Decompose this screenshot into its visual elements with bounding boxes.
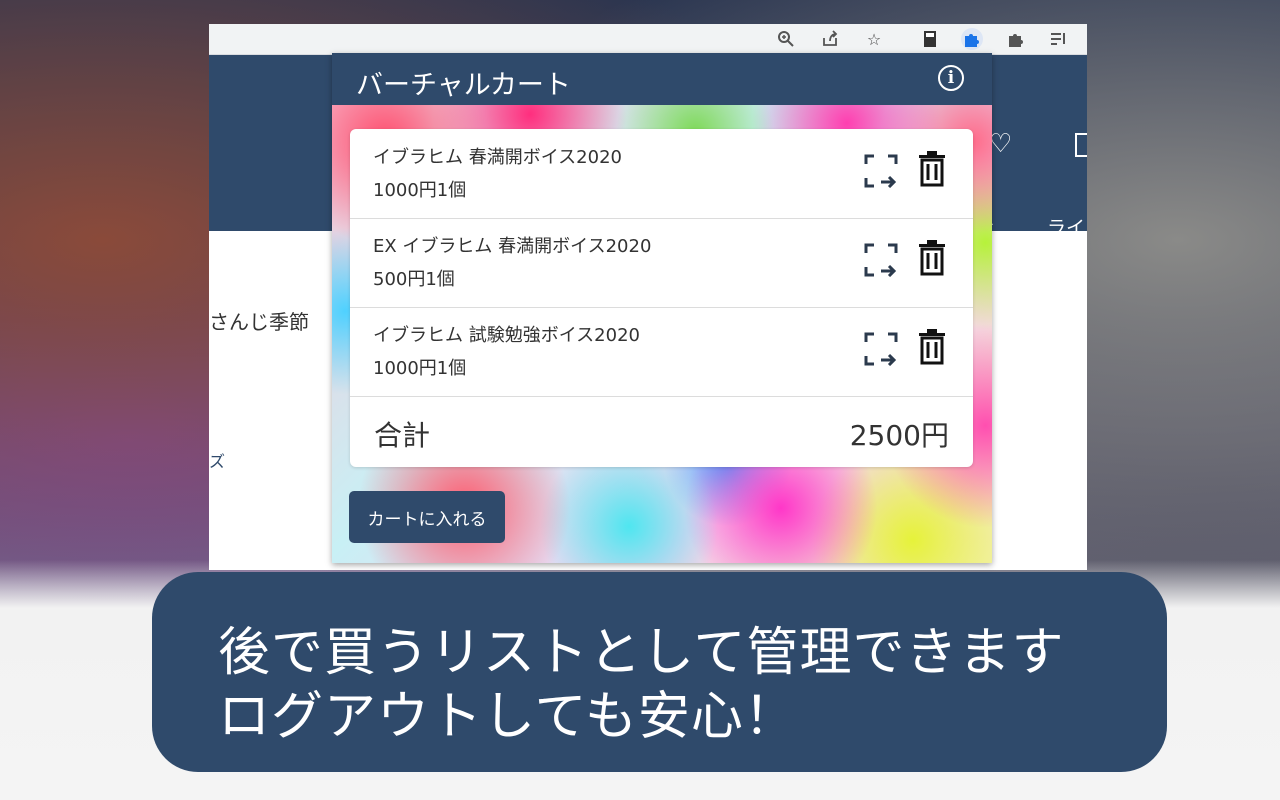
cart-item: イブラヒム 春満開ボイス2020 1000円1個 xyxy=(350,129,973,219)
move-to-cart-icon[interactable] xyxy=(864,243,898,277)
browser-toolbar: ☆ xyxy=(209,24,1087,55)
item-price-qty: 1000円1個 xyxy=(373,180,467,201)
total-label: 合計 xyxy=(374,419,431,452)
virtual-cart-popup: バーチャルカート i イブラヒム 春満開ボイス2020 1000円1個 EX イ… xyxy=(332,53,992,563)
puzzle-active-icon[interactable] xyxy=(961,28,983,50)
cart-item: EX イブラヒム 春満開ボイス2020 500円1個 xyxy=(350,218,973,308)
move-to-cart-icon[interactable] xyxy=(864,154,898,188)
share-icon[interactable] xyxy=(819,28,841,50)
item-name: イブラヒム 春満開ボイス2020 xyxy=(373,147,622,168)
book-icon[interactable] xyxy=(919,28,941,50)
caption-banner: 後で買うリストとして管理できます ログアウトしても安心！ xyxy=(152,572,1167,772)
caption-line-2: ログアウトしても安心！ xyxy=(218,687,797,747)
move-to-cart-icon[interactable] xyxy=(864,332,898,366)
popup-header: バーチャルカート i xyxy=(332,53,992,105)
zoom-icon[interactable] xyxy=(775,28,797,50)
cart-icon[interactable] xyxy=(1075,133,1087,157)
page-body-mark: ズ xyxy=(209,452,226,471)
trash-icon[interactable] xyxy=(918,329,946,365)
cart-list: イブラヒム 春満開ボイス2020 1000円1個 EX イブラヒム 春満開ボイス… xyxy=(350,129,973,467)
nav-item-partial[interactable]: ライ xyxy=(1047,213,1085,240)
trash-icon[interactable] xyxy=(918,240,946,276)
page-body-text: さんじ季節 xyxy=(209,310,309,334)
item-price-qty: 1000円1個 xyxy=(373,358,467,379)
cart-item: イブラヒム 試験勉強ボイス2020 1000円1個 xyxy=(350,307,973,397)
heart-icon[interactable]: ♡ xyxy=(989,129,1012,159)
puzzle-icon[interactable] xyxy=(1005,28,1027,50)
popup-title: バーチャルカート xyxy=(356,70,571,101)
star-icon[interactable]: ☆ xyxy=(863,28,885,50)
total-value: 2500円 xyxy=(849,419,949,452)
trash-icon[interactable] xyxy=(918,151,946,187)
playlist-icon[interactable] xyxy=(1047,28,1069,50)
item-name: イブラヒム 試験勉強ボイス2020 xyxy=(373,325,640,346)
item-price-qty: 500円1個 xyxy=(373,269,455,290)
info-icon[interactable]: i xyxy=(938,65,964,91)
add-to-cart-button[interactable]: カートに入れる xyxy=(349,491,505,543)
total-row: 合計 2500円 xyxy=(350,396,973,467)
item-name: EX イブラヒム 春満開ボイス2020 xyxy=(373,236,652,257)
